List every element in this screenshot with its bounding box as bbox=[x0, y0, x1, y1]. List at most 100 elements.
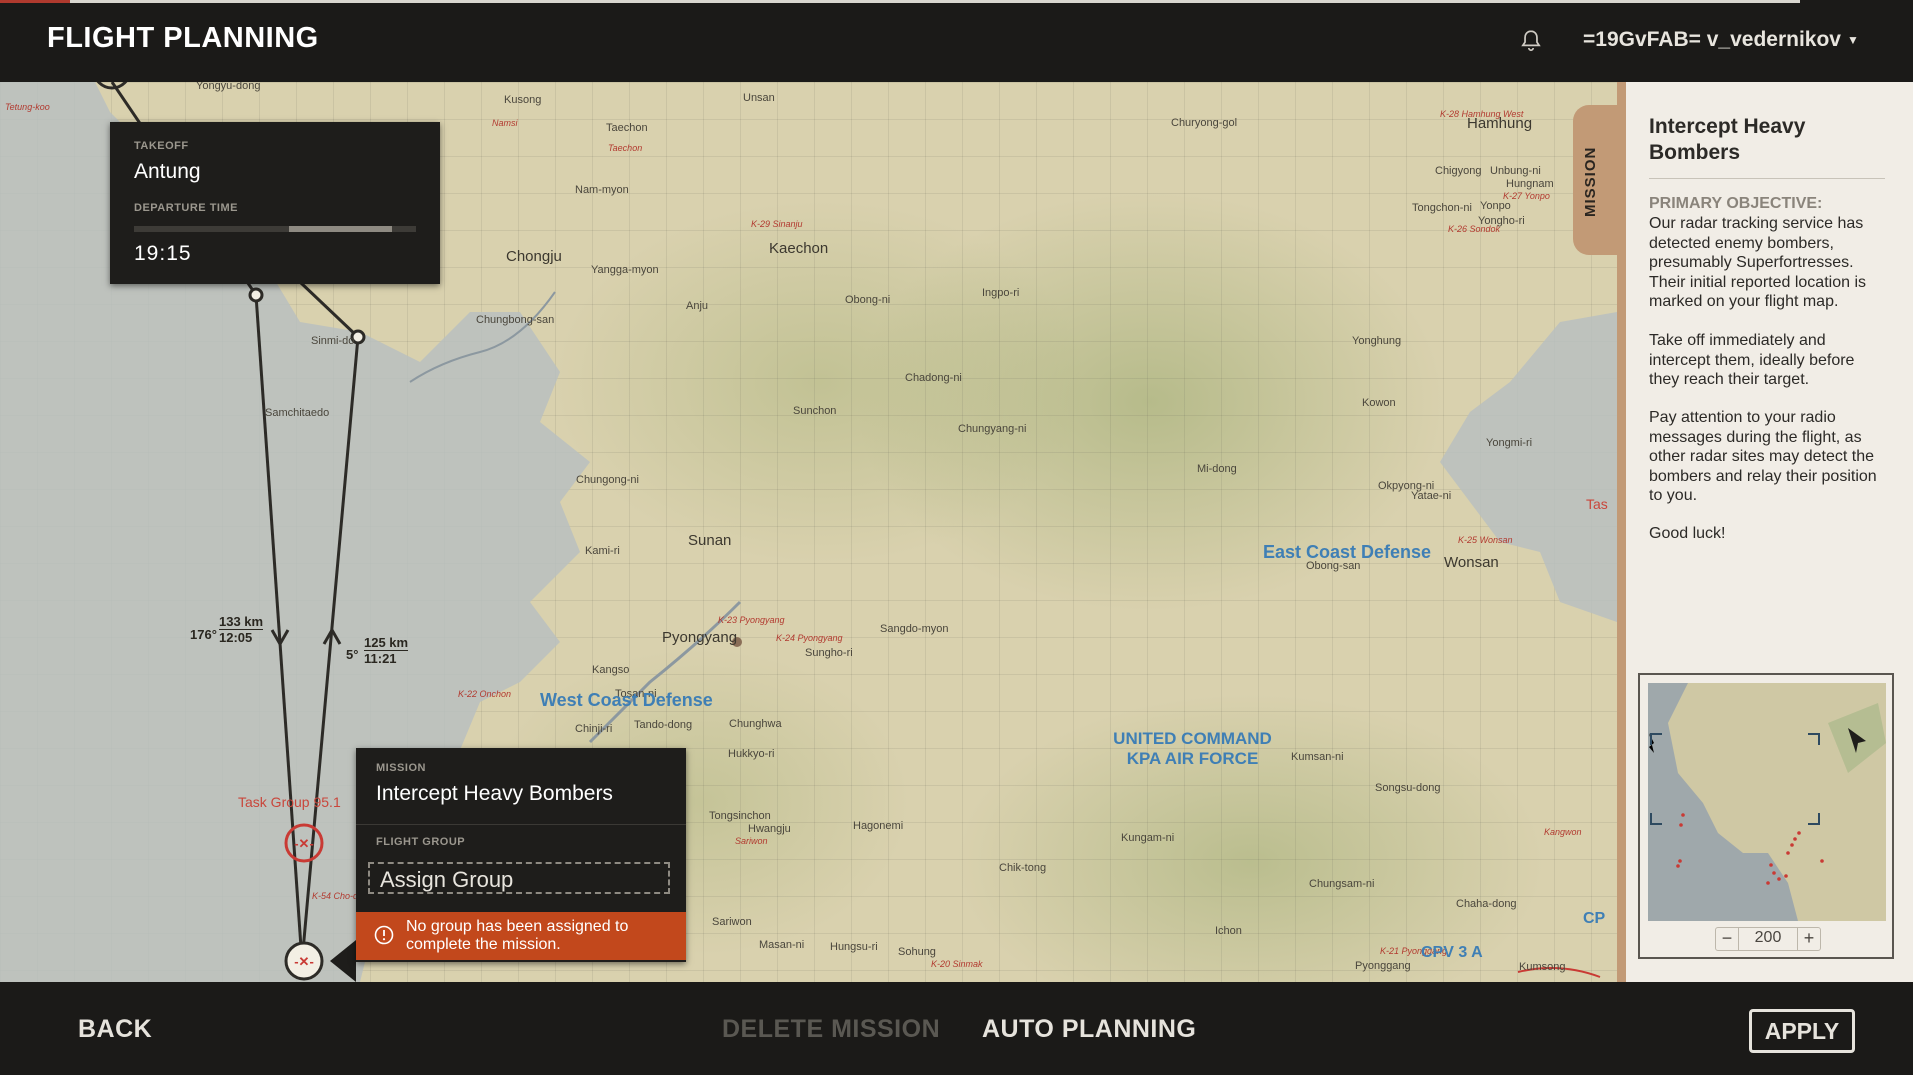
apply-button[interactable]: APPLY bbox=[1749, 1009, 1855, 1053]
region-cp: CP bbox=[1583, 910, 1606, 927]
place-label: Chadong-ni bbox=[905, 372, 962, 384]
place-label: Yongyu-dong bbox=[196, 82, 261, 92]
leg-info: 125 km 11:21 bbox=[364, 635, 409, 666]
svg-text:-✕-: -✕- bbox=[294, 954, 314, 969]
place-label: K-27 Yonpo bbox=[1503, 191, 1550, 201]
zoom-in-button[interactable]: + bbox=[1797, 928, 1820, 950]
bell-icon[interactable] bbox=[1518, 28, 1544, 54]
place-label: Kumsan-ni bbox=[1291, 751, 1344, 763]
place-label: Yonpo bbox=[1480, 200, 1511, 212]
mission-title: Intercept Heavy Bombers bbox=[1649, 115, 1806, 164]
warning-icon bbox=[374, 925, 394, 945]
place-label: Unbung-ni bbox=[1490, 165, 1541, 177]
place-label: Chaha-dong bbox=[1456, 898, 1517, 910]
leg-heading: 176° bbox=[190, 627, 217, 642]
place-label: Ichon bbox=[1215, 925, 1242, 937]
region-united-command: UNITED COMMAND KPA AIR FORCE bbox=[1100, 729, 1285, 769]
objective-heading: PRIMARY OBJECTIVE: bbox=[1649, 195, 1823, 212]
place-label: Unsan bbox=[743, 92, 775, 104]
leg-time: 12:05 bbox=[219, 629, 264, 645]
place-label: Sangdo-myon bbox=[880, 623, 949, 635]
minimap[interactable]: − 200 + bbox=[1638, 673, 1894, 959]
place-label: Kowon bbox=[1362, 397, 1396, 409]
departure-slider-thumb[interactable] bbox=[289, 226, 392, 232]
region-east-coast-defense: East Coast Defense bbox=[1263, 542, 1432, 562]
place-label: Kangwon bbox=[1544, 827, 1582, 837]
zoom-level: 200 bbox=[1754, 929, 1782, 946]
leg-distance: 133 km bbox=[219, 614, 264, 629]
place-label: Nam-myon bbox=[575, 184, 629, 196]
place-label: Chigyong bbox=[1435, 165, 1482, 177]
place-label: Sunchon bbox=[793, 405, 837, 417]
place-label: Sariwon bbox=[735, 836, 768, 846]
user-menu[interactable]: =19GvFAB= v_vedernikov ▼ bbox=[1583, 28, 1859, 52]
place-label: Churyong-gol bbox=[1171, 117, 1238, 129]
departure-time-slider[interactable] bbox=[134, 226, 416, 232]
region-line: KPA AIR FORCE bbox=[1126, 749, 1259, 768]
place-label: Sariwon bbox=[712, 916, 752, 928]
auto-planning-button[interactable]: AUTO PLANNING bbox=[982, 1015, 1196, 1044]
task-group-label[interactable]: Task Group 95.1 bbox=[238, 794, 341, 810]
place-label: Yonghung bbox=[1352, 335, 1402, 347]
place-label: Chongju bbox=[506, 248, 562, 265]
mission-label: MISSION bbox=[376, 762, 426, 774]
place-label: Chungyang-ni bbox=[958, 423, 1027, 435]
place-label: K-26 Sondok bbox=[1448, 224, 1501, 234]
place-label: Tongchon-ni bbox=[1412, 202, 1472, 214]
place-label: K-28 Hamhung West bbox=[1440, 109, 1524, 119]
place-label: Mi-dong bbox=[1197, 463, 1237, 475]
objective-paragraph: Take off immediately and intercept them,… bbox=[1649, 332, 1855, 388]
tab-mission-label: MISSION bbox=[1582, 146, 1599, 217]
objective-paragraph: Pay attention to your radio messages dur… bbox=[1649, 409, 1877, 504]
place-label: Chunghwa bbox=[729, 718, 782, 730]
place-label: Pyongyang bbox=[662, 629, 738, 646]
minimap-terrain bbox=[1649, 683, 1886, 921]
place-label: Namsi bbox=[492, 118, 518, 128]
delete-mission-button[interactable]: DELETE MISSION bbox=[722, 1015, 940, 1044]
svg-text:-✕-: -✕- bbox=[294, 836, 314, 851]
zoom-control: − 200 + bbox=[1715, 927, 1821, 951]
place-label: Tando-dong bbox=[634, 719, 693, 731]
takeoff-airfield[interactable]: Antung bbox=[134, 160, 201, 184]
place-label: Sohung bbox=[898, 946, 936, 958]
place-label: Sunan bbox=[688, 532, 732, 549]
place-label: Chungsam-ni bbox=[1309, 878, 1375, 890]
place-label: Kami-ri bbox=[585, 545, 620, 557]
place-label: Hungnam bbox=[1506, 178, 1554, 190]
loading-progress-accent bbox=[0, 0, 70, 3]
takeoff-label: TAKEOFF bbox=[134, 140, 189, 152]
back-button[interactable]: BACK bbox=[78, 1015, 152, 1044]
place-label: Chik-tong bbox=[999, 862, 1047, 874]
departure-time-value: 19:15 bbox=[134, 242, 192, 265]
assign-group-button[interactable]: Assign Group bbox=[368, 862, 670, 894]
minimap-view[interactable] bbox=[1648, 683, 1886, 921]
leg-distance: 125 km bbox=[364, 635, 409, 650]
tab-mission[interactable]: MISSION bbox=[1573, 105, 1619, 255]
place-label: Yongmi-ri bbox=[1486, 437, 1533, 449]
place-label: Yangga-myon bbox=[591, 264, 659, 276]
takeoff-popup: TAKEOFF Antung DEPARTURE TIME 19:15 bbox=[110, 122, 440, 284]
place-label: Kaechon bbox=[769, 240, 829, 257]
place-label: Songsu-dong bbox=[1375, 782, 1441, 794]
place-label: K-23 Pyongyang bbox=[718, 615, 785, 625]
place-label: K-25 Wonsan bbox=[1458, 535, 1513, 545]
place-label: K-24 Pyongyang bbox=[776, 633, 843, 643]
place-label: Kungam-ni bbox=[1121, 832, 1175, 844]
place-label: Wonsan bbox=[1444, 554, 1499, 571]
place-label: Ingpo-ri bbox=[982, 287, 1020, 299]
place-label: Pyonggang bbox=[1355, 960, 1411, 972]
flight-group-label: FLIGHT GROUP bbox=[376, 836, 466, 848]
leg-info: 133 km 12:05 bbox=[219, 614, 264, 645]
region-cpv: CPV 3 A bbox=[1421, 944, 1483, 961]
divider bbox=[356, 824, 686, 825]
place-label: Taechon bbox=[606, 122, 648, 134]
region-line: UNITED COMMAND bbox=[1113, 729, 1272, 748]
mission-name: Intercept Heavy Bombers bbox=[376, 782, 613, 805]
chevron-down-icon: ▼ bbox=[1846, 33, 1859, 48]
place-label: Hukkyo-ri bbox=[728, 748, 775, 760]
leg-time: 11:21 bbox=[364, 650, 409, 666]
place-label: Samchitaedo bbox=[265, 407, 330, 419]
region-west-coast-defense: West Coast Defense bbox=[540, 690, 713, 710]
zoom-out-button[interactable]: − bbox=[1716, 928, 1739, 950]
place-label: Chungong-ni bbox=[576, 474, 639, 486]
